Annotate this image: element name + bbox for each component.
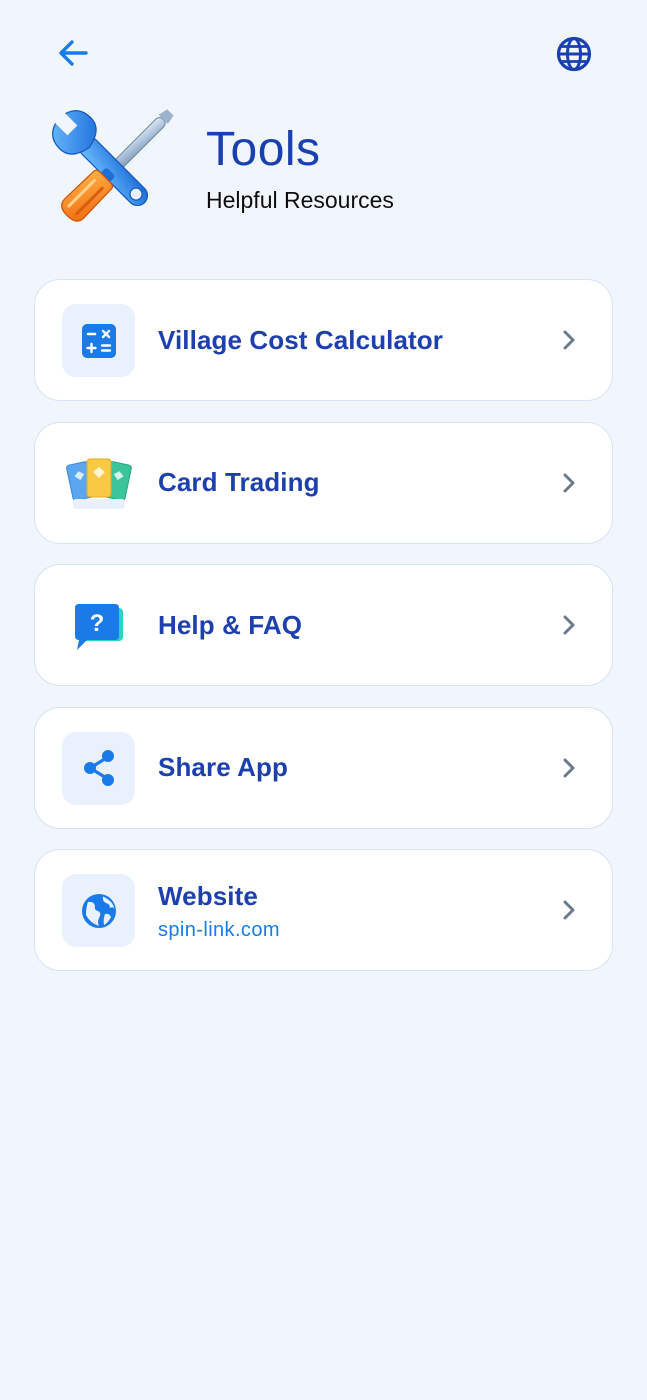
share-icon (83, 750, 114, 786)
help-chat-icon-tile: ? (62, 589, 135, 662)
tools-menu: Village Cost Calculator Card Trading ? H… (34, 279, 613, 992)
help-faq-item[interactable]: ? Help & FAQ (34, 564, 613, 686)
cards-icon (65, 458, 132, 509)
menu-item-label: Village Cost Calculator (158, 324, 444, 355)
globe-icon (556, 36, 592, 72)
menu-item-label: Share App (158, 752, 288, 782)
menu-item-label: Card Trading (158, 467, 320, 497)
arrow-left-icon (59, 40, 88, 66)
share-app-item[interactable]: Share App (34, 706, 613, 829)
back-button[interactable] (50, 32, 96, 74)
village-cost-calculator-item[interactable]: Village Cost Calculator (34, 279, 613, 401)
page-subtitle: Helpful Resources (206, 187, 394, 213)
svg-text:?: ? (89, 610, 104, 637)
language-button[interactable] (550, 30, 598, 78)
website-item[interactable]: Website spin-link.com (34, 849, 613, 971)
menu-item-label: Help & FAQ (158, 609, 303, 640)
chevron-right-icon (563, 758, 575, 777)
card-trading-item[interactable]: Card Trading (34, 421, 613, 544)
cards-icon-tile (62, 447, 135, 520)
chevron-right-icon (563, 330, 575, 350)
page-header: Tools Helpful Resources (40, 100, 600, 240)
help-chat-icon: ? (74, 603, 123, 650)
share-icon-tile (62, 731, 135, 805)
chevron-right-icon (563, 900, 575, 920)
globe-icon-tile (62, 874, 135, 947)
globe-icon (81, 893, 116, 928)
chevron-right-icon (563, 473, 575, 492)
chevron-right-icon (563, 615, 575, 635)
calculator-icon-tile (62, 304, 135, 377)
website-url: spin-link.com (158, 919, 280, 941)
page-title: Tools (206, 123, 321, 176)
top-bar (0, 0, 647, 100)
menu-item-label: Website (158, 881, 258, 911)
calculator-icon (81, 323, 116, 358)
tools-illustration (51, 109, 174, 222)
